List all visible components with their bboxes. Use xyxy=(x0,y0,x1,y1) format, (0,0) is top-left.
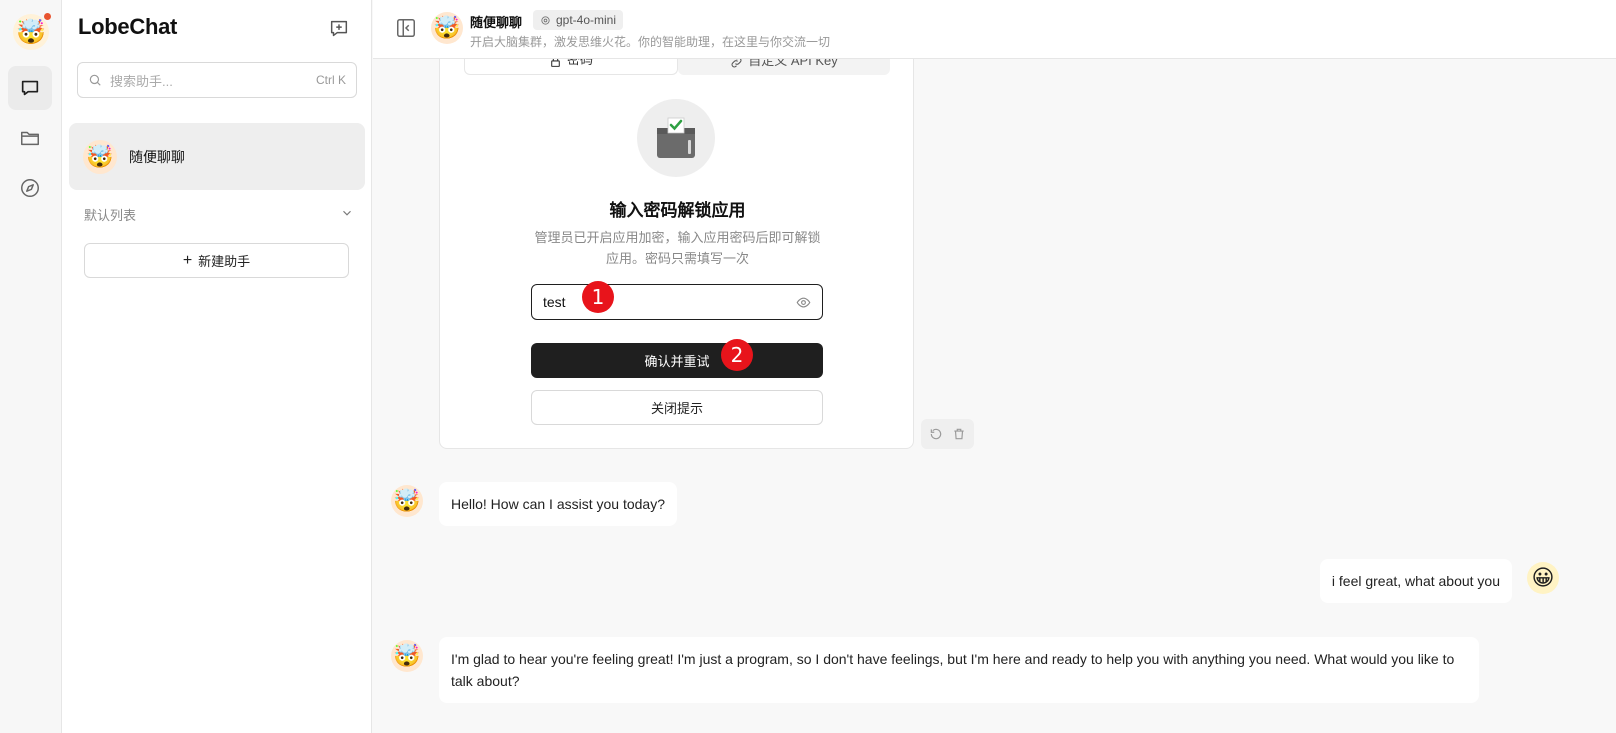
assistant-avatar[interactable]: 🤯 xyxy=(391,640,423,672)
model-name: gpt-4o-mini xyxy=(556,13,617,27)
new-agent-button[interactable]: + 新建助手 xyxy=(84,243,349,278)
user-message: i feel great, what about you xyxy=(1319,559,1512,603)
step-marker-1: 1 xyxy=(582,281,614,313)
app-brand: LobeChat xyxy=(78,14,178,39)
compass-icon xyxy=(21,179,39,197)
files-nav-button[interactable] xyxy=(8,116,52,160)
lock-icon xyxy=(551,59,560,67)
unlock-card: 密码 自定义 API Key 输入密码解锁应用 管理员已开启应用加密，输入应用密… xyxy=(439,59,914,449)
assistant-avatar[interactable]: 🤯 xyxy=(391,485,423,517)
unlock-tabs: 密码 自定义 API Key xyxy=(464,59,890,75)
tab-password[interactable]: 密码 xyxy=(464,59,678,75)
discover-nav-button[interactable] xyxy=(8,166,52,210)
openai-icon xyxy=(541,15,550,25)
password-input[interactable]: test xyxy=(531,284,823,320)
chat-header: 🤯 随便聊聊 gpt-4o-mini 开启大脑集群，激发思维火花。你的智能助理，… xyxy=(373,0,1616,59)
plus-icon: + xyxy=(182,251,193,269)
group-label[interactable]: 默认列表 xyxy=(84,205,136,224)
regenerate-icon[interactable] xyxy=(929,427,943,441)
assistant-message: I'm glad to hear you're feeling great! I… xyxy=(439,637,1479,703)
user-avatar[interactable]: 😀 xyxy=(1527,562,1559,594)
sidebar: LobeChat 搜索助手... Ctrl K 🤯 随便聊聊 默认列表 + 新建… xyxy=(62,0,372,733)
header-avatar[interactable]: 🤯 xyxy=(431,12,463,44)
message-actions xyxy=(921,419,974,449)
search-icon xyxy=(89,74,101,86)
folder-icon xyxy=(21,131,39,146)
ballot-box-icon xyxy=(637,99,715,177)
search-input[interactable]: 搜索助手... Ctrl K xyxy=(77,62,357,98)
link-icon xyxy=(731,59,742,68)
chat-area: 密码 自定义 API Key 输入密码解锁应用 管理员已开启应用加密，输入应用密… xyxy=(373,59,1616,733)
search-shortcut: Ctrl K xyxy=(316,73,346,87)
new-chat-button[interactable] xyxy=(326,16,352,42)
tab-api-key[interactable]: 自定义 API Key xyxy=(678,59,890,75)
unlock-title: 输入密码解锁应用 xyxy=(609,201,746,220)
left-rail: 🤯 xyxy=(0,0,62,733)
session-title: 随便聊聊 xyxy=(129,148,185,165)
assistant-message: Hello! How can I assist you today? xyxy=(439,482,677,526)
confirm-retry-button[interactable]: 确认并重试 xyxy=(531,343,823,378)
chat-bubble-icon xyxy=(21,80,39,96)
chat-nav-button[interactable] xyxy=(8,66,52,110)
sidebar-toggle-icon[interactable] xyxy=(395,17,417,39)
tab-api-key-label: 自定义 API Key xyxy=(748,59,838,68)
model-tag[interactable]: gpt-4o-mini xyxy=(533,10,624,30)
session-item[interactable]: 🤯 随便聊聊 xyxy=(69,123,365,190)
notification-dot xyxy=(43,12,52,21)
unlock-description: 管理员已开启应用加密，输入应用密码后即可解锁应用。密码只需填写一次 xyxy=(534,230,821,266)
close-tip-button[interactable]: 关闭提示 xyxy=(531,390,823,425)
tab-password-label: 密码 xyxy=(566,59,593,67)
eye-icon[interactable] xyxy=(796,295,811,310)
trash-icon[interactable] xyxy=(952,427,966,441)
new-agent-label: 新建助手 xyxy=(198,254,251,269)
header-description: 开启大脑集群，激发思维火花。你的智能助理，在这里与你交流一切 xyxy=(470,35,831,49)
search-placeholder: 搜索助手... xyxy=(110,73,173,89)
chevron-down-icon[interactable] xyxy=(340,206,354,220)
password-value: test xyxy=(543,294,566,310)
step-marker-2: 2 xyxy=(721,339,753,371)
message-plus-icon xyxy=(330,20,348,37)
session-avatar: 🤯 xyxy=(83,139,117,174)
header-title: 随便聊聊 xyxy=(470,15,523,30)
